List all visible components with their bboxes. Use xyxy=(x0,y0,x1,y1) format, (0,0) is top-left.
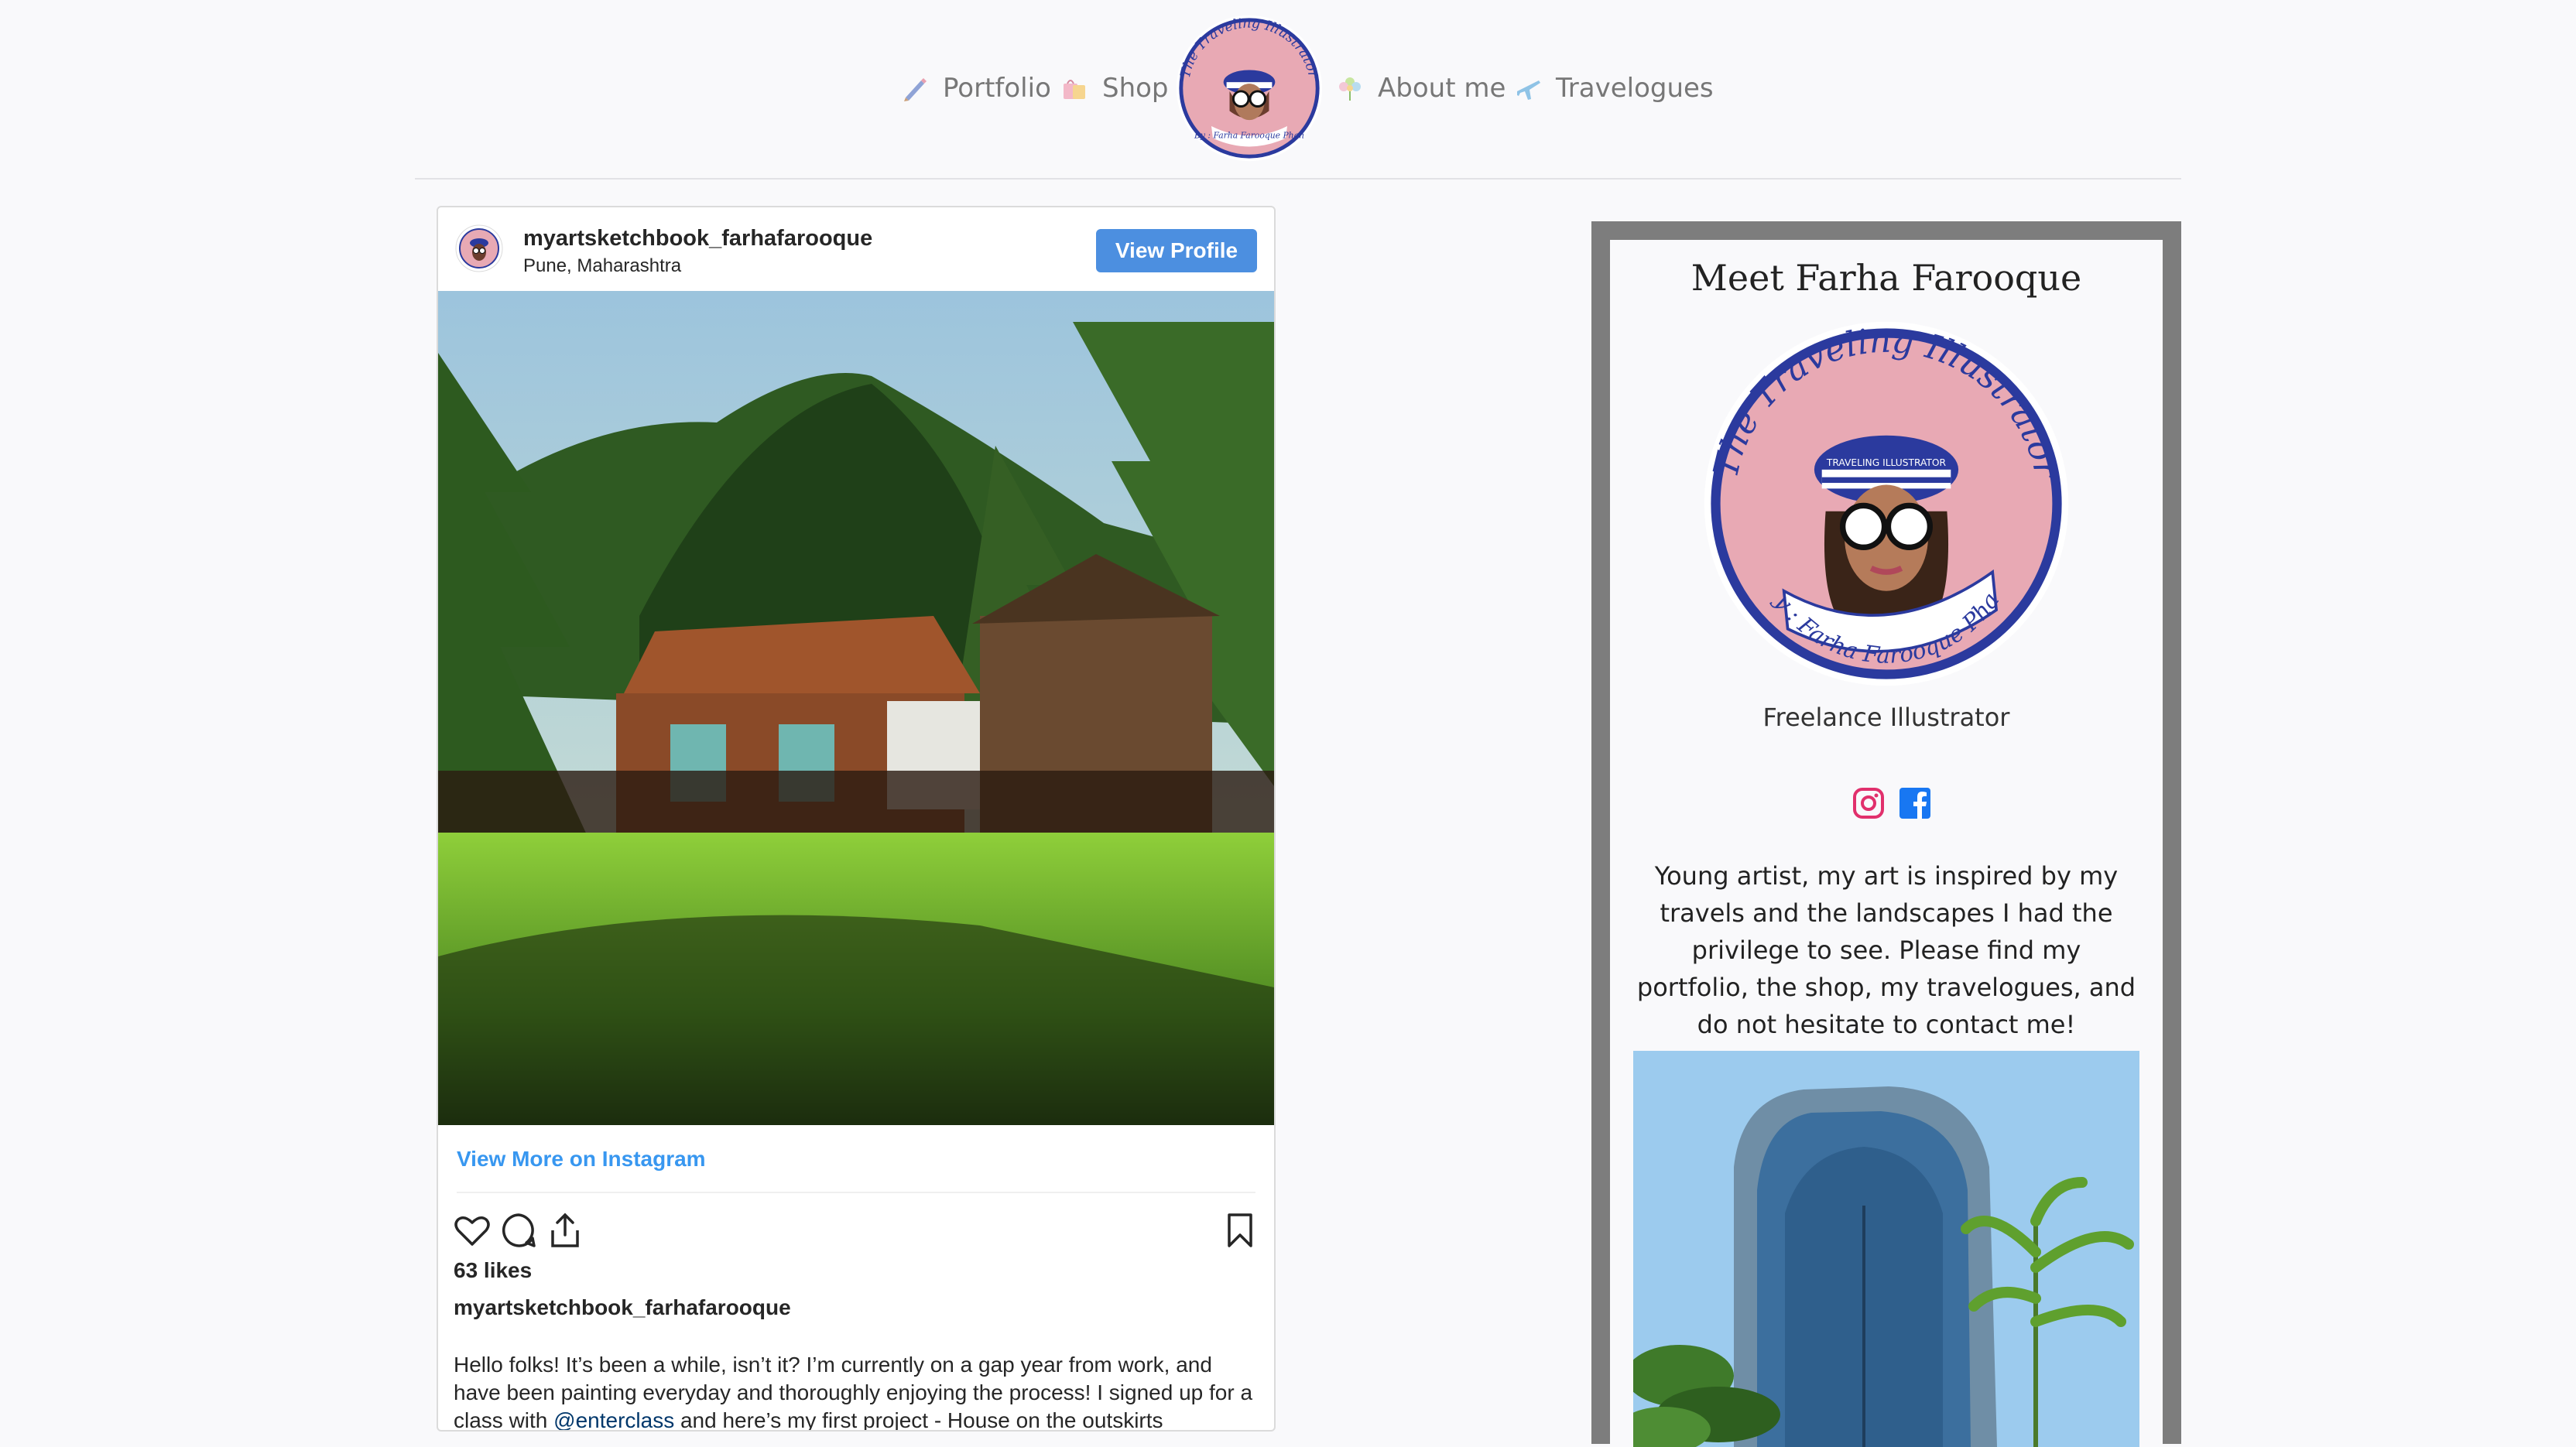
view-profile-button[interactable]: View Profile xyxy=(1096,229,1257,272)
comment-icon[interactable] xyxy=(498,1210,539,1250)
nav-item-label: Travelogues xyxy=(1556,73,1714,104)
shopping-bags-icon xyxy=(1064,80,1085,99)
airplane-icon xyxy=(1517,80,1540,100)
caption-mention-link[interactable]: @enterclass xyxy=(553,1408,674,1430)
nav-item-label: About me xyxy=(1378,73,1506,104)
nav-item-travelogues[interactable]: Travelogues xyxy=(1514,67,1714,110)
share-icon[interactable] xyxy=(545,1210,585,1250)
sidebar-role: Freelance Illustrator xyxy=(1762,703,2010,732)
sidebar-bio: Young artist, my art is inspired by my t… xyxy=(1636,861,2136,1039)
nav-item-about-me[interactable]: About me xyxy=(1336,67,1506,110)
caption-text-end: and here’s my first project - House on t… xyxy=(674,1408,1163,1432)
moroccan-door-illustration[interactable] xyxy=(1633,1051,2139,1447)
avatar[interactable] xyxy=(455,224,503,272)
heart-icon[interactable] xyxy=(452,1210,492,1250)
nav-item-shop[interactable]: Shop xyxy=(1060,67,1169,110)
view-more-on-instagram-link[interactable]: View More on Instagram xyxy=(457,1147,706,1172)
caption-owner[interactable]: myartsketchbook_farhafarooque xyxy=(454,1295,791,1320)
bookmark-icon[interactable] xyxy=(1220,1210,1260,1250)
about-sidebar-panel: Meet Farha Farooque The Traveling Illust… xyxy=(1610,240,2163,1447)
instagram-location[interactable]: Pune, Maharashtra xyxy=(523,255,681,277)
sidebar-title: Meet Farha Farooque xyxy=(1690,257,2082,299)
instagram-header: myartsketchbook_farhafarooque Pune, Maha… xyxy=(438,207,1274,291)
traveling-illustrator-badge: The Traveling Illustrator TRAVELING ILLU… xyxy=(1697,314,2069,686)
badge-cap-text: TRAVELING ILLUSTRATOR xyxy=(1826,457,1947,468)
logo-byline: By : Farha Farooque Phan xyxy=(1194,131,1304,141)
nav-divider xyxy=(415,178,2181,180)
instagram-icon[interactable] xyxy=(1850,785,1887,822)
facebook-icon[interactable] xyxy=(1896,785,1934,822)
instagram-post-image[interactable] xyxy=(438,291,1274,1125)
flower-icon xyxy=(1339,77,1361,101)
nav-item-portfolio[interactable]: Portfolio xyxy=(901,67,1051,110)
pencil-icon xyxy=(904,78,927,101)
top-nav: Portfolio Shop The Traveling Illustrator… xyxy=(0,0,2576,180)
likes-count: 63 likes xyxy=(454,1258,533,1282)
nav-item-label: Portfolio xyxy=(943,73,1051,104)
instagram-embed: myartsketchbook_farhafarooque Pune, Maha… xyxy=(437,206,1276,1432)
instagram-username[interactable]: myartsketchbook_farhafarooque xyxy=(523,226,872,251)
about-sidebar: Meet Farha Farooque The Traveling Illust… xyxy=(1591,221,2181,1447)
traveling-illustrator-logo[interactable]: The Traveling Illustrator By : Farha Far… xyxy=(1173,12,1325,164)
instagram-caption: Hello folks! It’s been a while, isn’t it… xyxy=(454,1351,1259,1432)
nav-item-label: Shop xyxy=(1102,73,1169,104)
instagram-divider xyxy=(457,1192,1255,1193)
